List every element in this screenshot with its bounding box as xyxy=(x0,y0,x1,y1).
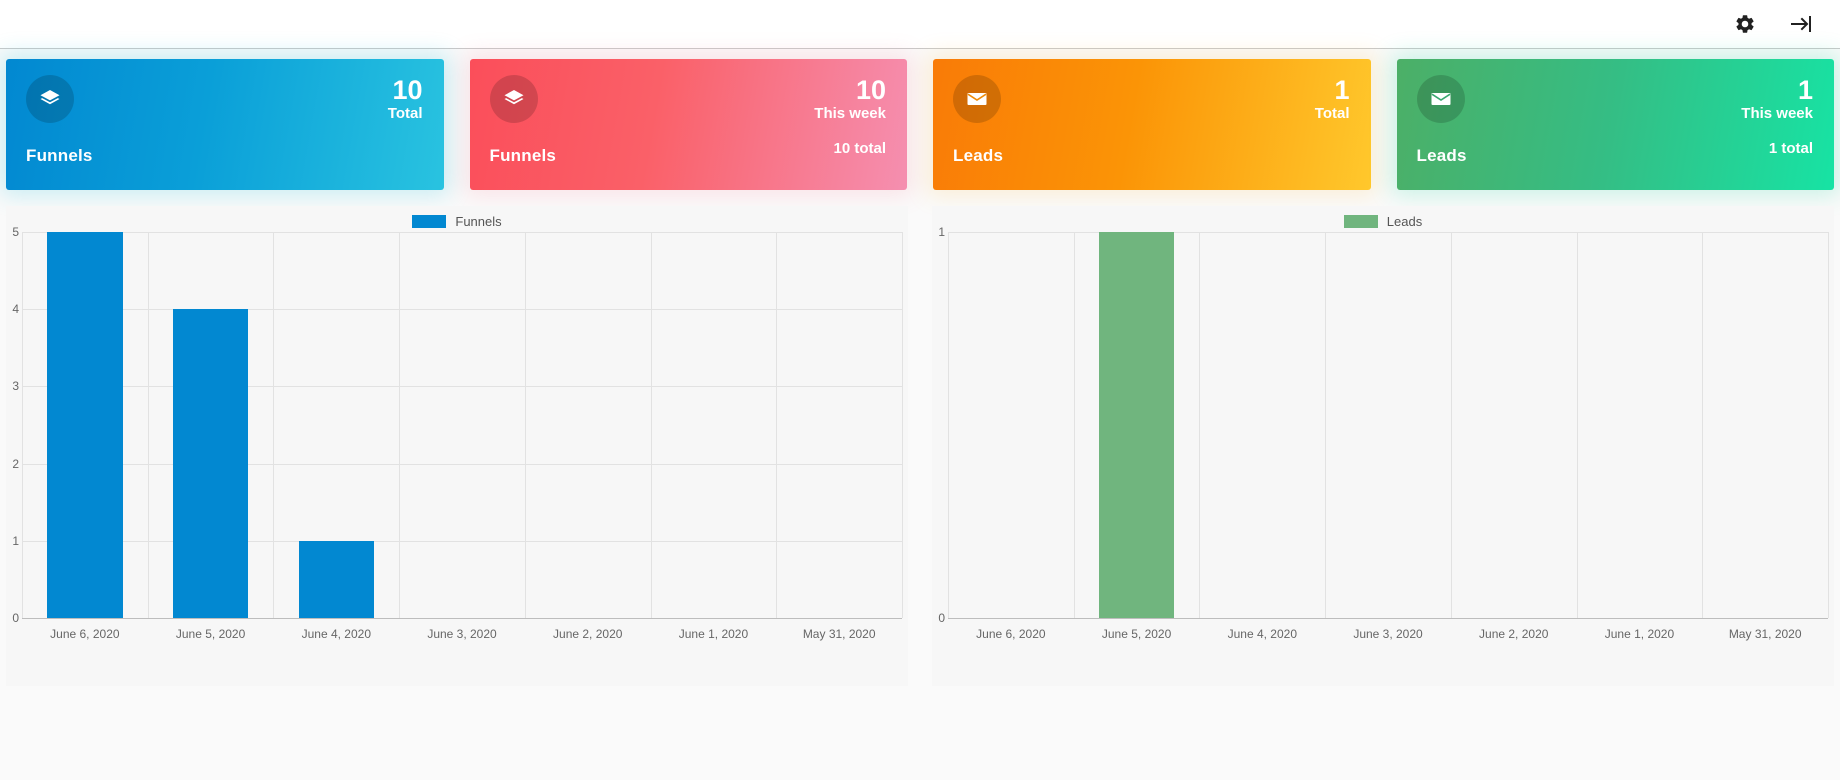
card-label: This week xyxy=(814,105,886,123)
bar-slot[interactable] xyxy=(148,232,274,618)
legend-swatch xyxy=(412,214,447,228)
bar-slot[interactable] xyxy=(1074,232,1200,618)
bar-slot[interactable] xyxy=(1199,232,1325,618)
x-axis-tick: June 5, 2020 xyxy=(175,627,246,641)
plot-area: 10 June 6, 2020 June 5, 2020 June 4, 2020 J… xyxy=(932,225,1834,644)
gridline-vertical xyxy=(1828,232,1829,618)
card-subtext: 10 total xyxy=(833,140,886,158)
gridline-vertical xyxy=(902,232,903,618)
plot-area: 5 4 3 2 1 0 June 6, 2020 June 5, 2020 June 4, 2… xyxy=(6,225,908,644)
bar-slot[interactable] xyxy=(776,232,902,618)
stat-card-leads-this-week[interactable]: Leads 1 This week 1 total xyxy=(1396,59,1834,190)
plot-inner xyxy=(948,232,1829,619)
bar-slot[interactable] xyxy=(399,232,525,618)
leads-bar-chart: Leads 10 June 6, 2020 June 5, 2020 June 4,… xyxy=(932,206,1834,686)
y-axis-tick: 1 xyxy=(12,533,19,548)
bar-slot[interactable] xyxy=(1577,232,1703,618)
sign-out-icon[interactable] xyxy=(1788,11,1814,37)
card-title: Funnels xyxy=(489,146,557,165)
card-subtext: 1 total xyxy=(1768,140,1813,158)
card-stats: 1 This week 1 total xyxy=(1741,75,1813,158)
card-value: 1 xyxy=(1797,75,1813,105)
bar-slot[interactable] xyxy=(1451,232,1577,618)
x-axis-tick: May 31, 2020 xyxy=(802,627,876,641)
x-axis-tick: June 5, 2020 xyxy=(1101,627,1172,641)
chart-legend: Funnels xyxy=(6,210,908,232)
x-axis-tick: June 3, 2020 xyxy=(1353,627,1423,641)
x-axis-tick: June 3, 2020 xyxy=(427,627,497,641)
card-label: Total xyxy=(387,105,423,123)
card-stats: 10 This week 10 total xyxy=(814,75,886,158)
card-title: Leads xyxy=(1416,146,1467,165)
layers-icon xyxy=(26,75,74,123)
y-axis-tick: 0 xyxy=(12,611,19,625)
card-label: This week xyxy=(1741,105,1813,123)
charts-row: Funnels 543210 June 6, 2020 June 5, 2020 J… xyxy=(6,206,1834,686)
card-label: Total xyxy=(1314,105,1350,123)
mail-icon xyxy=(1416,75,1465,123)
legend-label: Funnels xyxy=(455,213,502,229)
bar-slot[interactable] xyxy=(651,232,777,618)
gear-icon[interactable] xyxy=(1732,11,1758,37)
chart-legend: Leads xyxy=(932,210,1834,232)
card-value: 10 xyxy=(855,75,886,105)
x-axis-tick: May 31, 2020 xyxy=(1728,627,1802,641)
x-axis-labels: June 6, 2020 June 5, 2020 June 4, 2020 June… xyxy=(948,618,1828,644)
x-axis-tick: June 1, 2020 xyxy=(1604,627,1675,641)
card-title: Leads xyxy=(953,146,1004,165)
x-axis-tick: June 2, 2020 xyxy=(1479,627,1549,641)
y-axis-labels: 5 4 3 2 1 0 xyxy=(6,225,22,625)
bar-slot[interactable] xyxy=(1702,232,1828,618)
y-axis-tick: 4 xyxy=(12,302,19,317)
card-stats: 10 Total xyxy=(388,75,423,141)
funnels-bar-chart: Funnels 543210 June 6, 2020 June 5, 2020 J… xyxy=(6,206,908,686)
y-axis-tick: 3 xyxy=(12,379,19,394)
y-axis-tick: 2 xyxy=(12,456,19,471)
bar-series xyxy=(948,232,1828,618)
card-title: Funnels xyxy=(26,146,93,165)
bar[interactable] xyxy=(298,540,374,618)
x-axis-tick: June 2, 2020 xyxy=(553,627,623,641)
x-axis-tick: June 6, 2020 xyxy=(50,627,120,641)
plot-inner xyxy=(22,232,903,619)
y-axis-tick: 1 xyxy=(938,225,945,239)
bar-slot[interactable] xyxy=(948,232,1074,618)
legend-swatch xyxy=(1343,214,1378,228)
bar-slot[interactable] xyxy=(273,232,399,618)
card-value: 1 xyxy=(1334,75,1350,105)
x-axis-tick: June 1, 2020 xyxy=(678,627,749,641)
bar[interactable] xyxy=(47,232,123,618)
y-axis-labels: 10 xyxy=(932,225,948,625)
card-value: 10 xyxy=(392,75,423,105)
top-header-bar xyxy=(0,0,1840,49)
stat-card-leads-total[interactable]: Leads 1 Total xyxy=(933,59,1371,190)
x-axis-tick: June 6, 2020 xyxy=(976,627,1046,641)
stat-cards-row: Funnels 10 Total Funnels 10 This week 10… xyxy=(6,49,1834,190)
layers-icon xyxy=(489,75,538,123)
legend-label: Leads xyxy=(1386,213,1423,229)
bar-slot[interactable] xyxy=(22,232,148,618)
x-axis-tick: June 4, 2020 xyxy=(1227,627,1297,641)
bar-series xyxy=(22,232,902,618)
bar[interactable] xyxy=(1098,232,1175,618)
y-axis-tick: 5 xyxy=(12,225,19,239)
bar-slot[interactable] xyxy=(1325,232,1451,618)
bar[interactable] xyxy=(172,309,249,618)
stat-card-funnels-this-week[interactable]: Funnels 10 This week 10 total xyxy=(469,59,907,190)
bar-slot[interactable] xyxy=(525,232,651,618)
mail-icon xyxy=(953,75,1001,123)
x-axis-tick: June 4, 2020 xyxy=(301,627,371,641)
stat-card-funnels-total[interactable]: Funnels 10 Total xyxy=(6,59,444,190)
card-stats: 1 Total xyxy=(1315,75,1350,141)
y-axis-tick: 0 xyxy=(938,611,945,625)
x-axis-labels: June 6, 2020 June 5, 2020 June 4, 2020 June… xyxy=(22,618,902,644)
